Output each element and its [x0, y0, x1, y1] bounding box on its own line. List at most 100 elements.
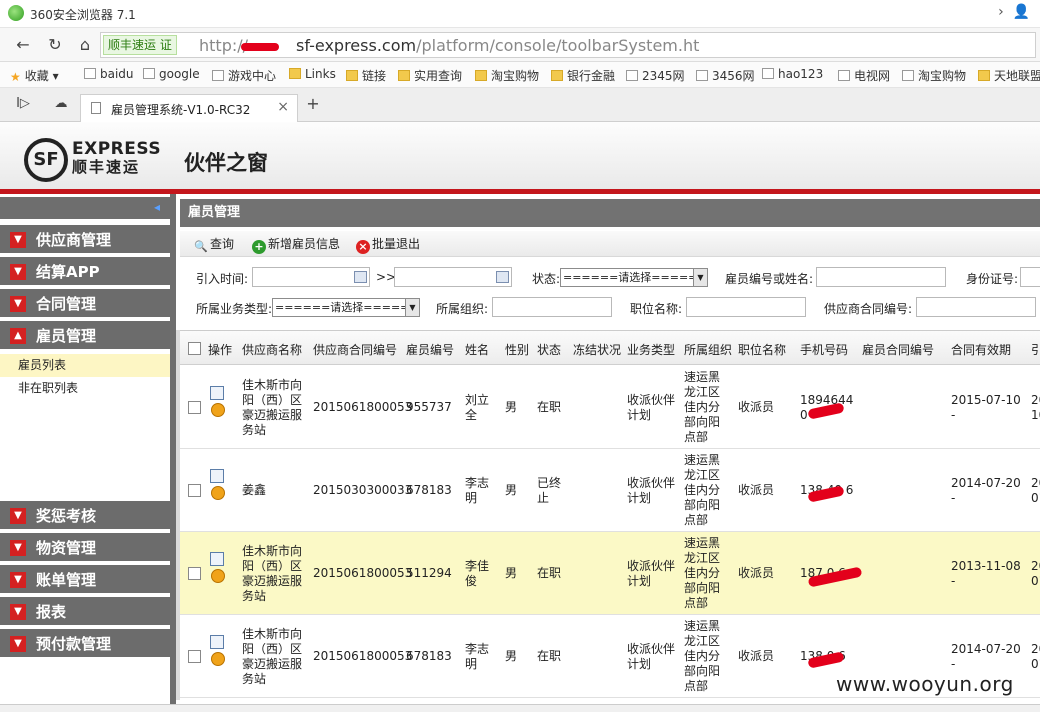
back-icon[interactable]: ←	[12, 34, 34, 56]
status-select[interactable]: ======请选择====== ▼	[560, 268, 708, 287]
filter-form: 引入时间: >> 状态: ======请选择====== ▼ 雇员编号或姓名: 身…	[180, 262, 1040, 324]
position-input[interactable]	[686, 297, 806, 317]
calendar-icon[interactable]	[354, 271, 367, 283]
new-tab-icon[interactable]: +	[302, 93, 324, 115]
menu-bills[interactable]: ▼ 账单管理	[0, 565, 170, 595]
column-header[interactable]: 姓名	[465, 341, 489, 358]
org-input[interactable]	[492, 297, 612, 317]
bookmark-item[interactable]: 天地联盟	[978, 67, 1040, 84]
bookmark-item[interactable]: 淘宝购物	[902, 67, 966, 84]
calendar-icon[interactable]	[496, 271, 509, 283]
column-header[interactable]: 所属组织	[684, 341, 732, 358]
column-header[interactable]: 供应商合同编号	[313, 341, 397, 358]
menu-settlement-app[interactable]: ▼ 结算APP	[0, 257, 170, 287]
table-row[interactable]: 姜鑫 2015030300033 678183 李志明 男 已终止 收派伙伴计划 速运黑龙江区…	[180, 449, 1040, 532]
row-checkbox[interactable]	[188, 484, 201, 497]
collapse-icon[interactable]: ◂	[154, 200, 160, 214]
row-checkbox[interactable]	[188, 650, 201, 663]
column-header[interactable]: 合同有效期	[951, 341, 1011, 358]
bookmark-item[interactable]: 链接	[346, 67, 386, 84]
table-row[interactable]: 佳木斯市向阳（西）区豪迈搬运服务站 2015061800053 511294 李佳俊 男…	[180, 532, 1040, 615]
menu-materials[interactable]: ▼ 物资管理	[0, 533, 170, 563]
biz-type-select[interactable]: ======请选择====== ▼	[272, 298, 420, 317]
emp-no-name-label: 雇员编号或姓名:	[725, 272, 814, 286]
menu-contract[interactable]: ▼ 合同管理	[0, 289, 170, 319]
bookmark-item[interactable]: 淘宝购物	[475, 67, 539, 84]
submenu-inactive-list[interactable]: 非在职列表	[0, 377, 170, 400]
id-no-input[interactable]	[1020, 267, 1040, 287]
table-header: 操作 供应商名称 供应商合同编号 雇员编号 姓名 性别 状态 冻结状况 业务类型…	[180, 331, 1040, 365]
tab-active[interactable]: 雇员管理系统-V1.0-RC32 ×	[80, 94, 298, 122]
batch-exit-button[interactable]: × 批量退出	[356, 235, 420, 254]
bookmark-favorites[interactable]: ★ 收藏 ▾	[10, 67, 59, 84]
edit-view-icon[interactable]	[208, 469, 228, 505]
menu-supplier[interactable]: ▼ 供应商管理	[0, 225, 170, 255]
column-header[interactable]: 业务类型	[627, 341, 675, 358]
select-all-checkbox[interactable]	[188, 342, 201, 355]
bookmark-item[interactable]: hao123	[762, 67, 823, 81]
bookmark-item[interactable]: 2345网	[626, 67, 685, 84]
sidebar-collapse[interactable]: ◂	[0, 197, 170, 219]
bookmarks-bar: ★ 收藏 ▾ baidu google 游戏中心 Links 链接 实用查询 淘宝…	[0, 62, 1040, 88]
column-header[interactable]: 操作	[208, 341, 232, 358]
row-checkbox[interactable]	[188, 401, 201, 414]
cloud-icon[interactable]: ☁	[50, 93, 72, 115]
column-header[interactable]: 引	[1031, 341, 1040, 358]
bookmark-item[interactable]: google	[143, 67, 200, 81]
column-header[interactable]: 职位名称	[738, 341, 786, 358]
bookmark-item[interactable]: 银行金融	[551, 67, 615, 84]
cell-biz: 收派伙伴计划	[627, 642, 676, 671]
column-header[interactable]: 性别	[505, 341, 529, 358]
cell-valid: 2013-11-08 -	[951, 559, 1021, 588]
column-header[interactable]: 雇员合同编号	[862, 341, 934, 358]
view-icon[interactable]	[211, 569, 225, 583]
add-employee-button[interactable]: + 新增雇员信息	[252, 235, 340, 254]
bookmark-item[interactable]: 实用查询	[398, 67, 462, 84]
supplier-contract-input[interactable]	[916, 297, 1036, 317]
emp-no-name-input[interactable]	[816, 267, 946, 287]
close-icon[interactable]: ×	[277, 99, 289, 115]
bookmark-item[interactable]: 电视网	[838, 67, 890, 84]
edit-view-icon[interactable]	[208, 386, 228, 422]
view-icon[interactable]	[211, 652, 225, 666]
menu-employee[interactable]: ▲ 雇员管理	[0, 321, 170, 351]
menu-rewards[interactable]: ▼ 奖惩考核	[0, 501, 170, 531]
cell-status: 在职	[537, 649, 562, 663]
user-icon[interactable]: › 👤	[998, 4, 1030, 20]
view-icon[interactable]	[211, 403, 225, 417]
query-button[interactable]: 🔍 查询	[194, 235, 234, 254]
refresh-icon[interactable]: ↻	[44, 34, 66, 56]
edit-icon[interactable]	[210, 386, 224, 400]
bookmark-item[interactable]: Links	[289, 67, 336, 81]
column-header[interactable]: 手机号码	[800, 341, 848, 358]
column-header[interactable]: 雇员编号	[406, 341, 454, 358]
intro-time-end-input[interactable]	[394, 267, 512, 287]
edit-icon[interactable]	[210, 635, 224, 649]
edit-view-icon[interactable]	[208, 635, 228, 671]
bookmark-item[interactable]: baidu	[84, 67, 134, 81]
view-icon[interactable]	[211, 486, 225, 500]
row-checkbox[interactable]	[188, 567, 201, 580]
submenu-employee-list[interactable]: 雇员列表	[0, 354, 170, 377]
chevron-down-icon: ▼	[10, 296, 26, 312]
sidebar-toggle-icon[interactable]: I▷	[12, 93, 34, 115]
address-bar[interactable]: 顺丰速运 证 http://sf-express.com/platform/co…	[100, 32, 1036, 58]
home-icon[interactable]: ⌂	[74, 34, 96, 56]
menu-prepayment[interactable]: ▼ 预付款管理	[0, 629, 170, 659]
folder-icon	[346, 70, 358, 81]
intro-time-start-input[interactable]	[252, 267, 370, 287]
bookmark-item[interactable]: 游戏中心	[212, 67, 276, 84]
security-badge[interactable]: 顺丰速运 证	[103, 35, 177, 55]
cell-contract: 2015061800053	[313, 566, 413, 580]
menu-reports[interactable]: ▼ 报表	[0, 597, 170, 627]
edit-icon[interactable]	[210, 552, 224, 566]
org-label: 所属组织:	[436, 302, 489, 316]
table-row[interactable]: 佳木斯市向阳（西）区豪迈搬运服务站 2015061800053 955737 刘立全 男…	[180, 366, 1040, 449]
bookmark-item[interactable]: 3456网	[696, 67, 755, 84]
column-header[interactable]: 冻结状况	[573, 341, 621, 358]
column-header[interactable]: 状态	[537, 341, 561, 358]
edit-view-icon[interactable]	[208, 552, 228, 588]
toolbar: 🔍 查询 + 新增雇员信息 × 批量退出	[180, 231, 1040, 257]
column-header[interactable]: 供应商名称	[242, 341, 302, 358]
edit-icon[interactable]	[210, 469, 224, 483]
